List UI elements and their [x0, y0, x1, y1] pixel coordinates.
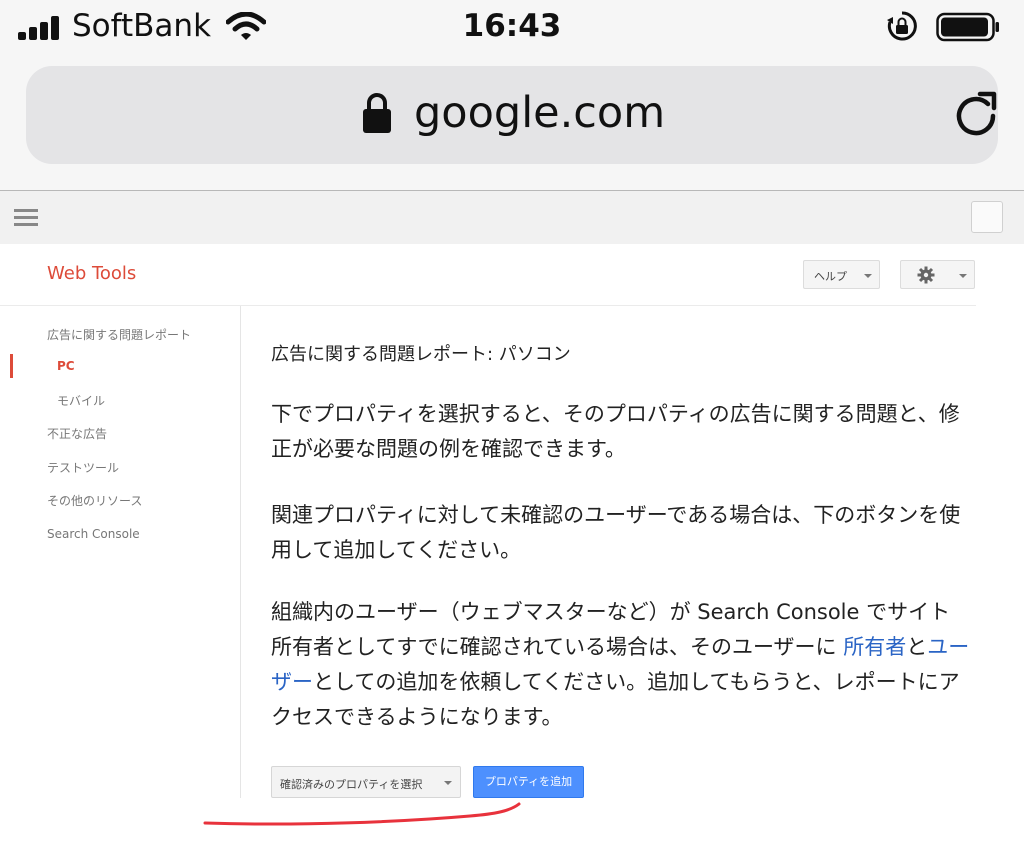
status-bar: SoftBank 16:43	[0, 0, 1024, 56]
battery-icon	[936, 12, 999, 42]
lock-icon	[363, 93, 391, 133]
nav-item-other-resources[interactable]: その他のリソース	[47, 492, 142, 509]
rotation-lock-icon	[887, 11, 917, 41]
help-dropdown-button[interactable]: ヘルプ	[803, 260, 880, 289]
gear-icon	[917, 266, 935, 284]
paragraph-text: としての追加を依頼してください。追加してもらうと、レポートにアクセスできるように…	[271, 670, 960, 729]
description-paragraph: 下でプロパティを選択すると、そのプロパティの広告に関する問題と、修正が必要な問題…	[271, 402, 960, 461]
nav-item-test-tools[interactable]: テストツール	[47, 459, 119, 476]
unverified-user-paragraph: 関連プロパティに対して未確認のユーザーである場合は、下のボタンを使用して追加して…	[271, 503, 961, 562]
address-bar[interactable]: google.com	[26, 66, 998, 164]
app-toolbar	[0, 190, 1024, 244]
settings-dropdown-button[interactable]	[900, 260, 975, 289]
page-header: Web Tools ヘルプ	[0, 244, 976, 306]
nav-item-mobile[interactable]: モバイル	[57, 392, 105, 409]
nav-item-search-console[interactable]: Search Console	[47, 527, 140, 541]
help-label: ヘルプ	[814, 270, 847, 283]
reload-icon[interactable]	[952, 90, 1000, 138]
hamburger-menu-icon[interactable]	[14, 209, 38, 227]
nav-selected-indicator	[10, 354, 13, 378]
request-access-paragraph: 組織内のユーザー（ウェブマスターなど）が Search Console でサイト…	[271, 595, 971, 735]
paragraph-text: と	[906, 635, 928, 659]
toolbar-checkbox[interactable]	[971, 201, 1003, 233]
app-title[interactable]: Web Tools	[47, 263, 136, 284]
nav-item-ad-experience-report[interactable]: 広告に関する問題レポート	[47, 326, 191, 343]
page-title: 広告に関する問題レポート: パソコン	[271, 344, 571, 365]
chevron-down-icon	[864, 274, 872, 278]
address-url[interactable]: google.com	[414, 88, 665, 138]
left-nav: 広告に関する問題レポート PC モバイル 不正な広告 テストツール その他のリソ…	[0, 306, 241, 798]
browser-top-bar: google.com	[0, 56, 1024, 190]
chevron-down-icon	[959, 274, 967, 278]
nav-item-pc[interactable]: PC	[57, 359, 75, 373]
owner-link[interactable]: 所有者	[843, 635, 906, 659]
nav-item-abusive-ads[interactable]: 不正な広告	[47, 425, 107, 442]
status-time: 16:43	[462, 8, 562, 44]
main-content: 広告に関する問題レポート: パソコン 下でプロパティを選択すると、そのプロパティ…	[271, 306, 976, 826]
red-underline-annotation	[203, 802, 521, 826]
